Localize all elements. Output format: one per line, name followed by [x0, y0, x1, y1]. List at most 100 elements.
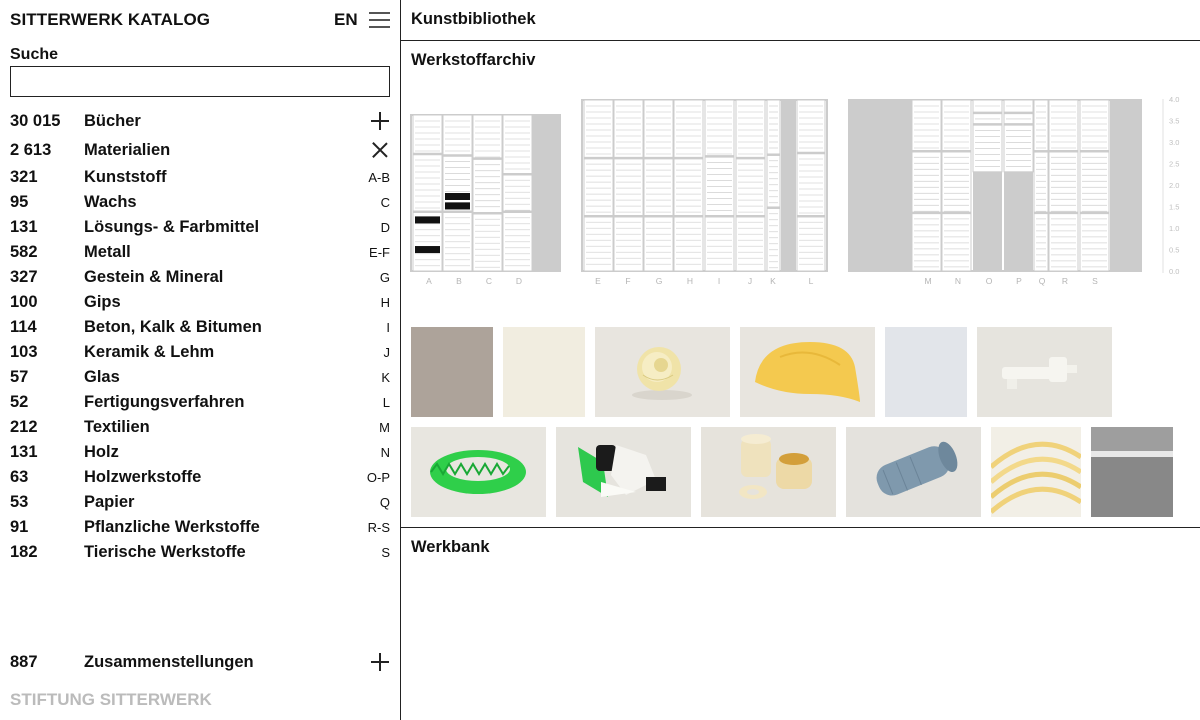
category-shelf-range: G	[379, 270, 390, 285]
shelf-grey-column	[1110, 100, 1140, 271]
category-shelf-range: S	[381, 545, 390, 560]
compositions-row[interactable]: 887 Zusammenstellungen	[0, 650, 400, 675]
yellow-blob-thumb[interactable]	[740, 327, 875, 417]
category-count: 582	[10, 243, 38, 261]
yellow-rose-thumb[interactable]	[595, 327, 730, 417]
shelf-column-label: I	[718, 276, 720, 286]
archive-shelf-map[interactable]: A B C D E F G H I J K L M N O P Q R S 4.0 3.5 3.0 2.5 2.0 1.5 1.0…	[401, 85, 1191, 300]
shelf-cell	[583, 99, 614, 272]
shelf-column-label: B	[456, 276, 462, 286]
books-row[interactable]: 30 015 Bücher	[0, 109, 400, 134]
height-scale-label: 4.0	[1169, 95, 1179, 104]
shelf-grey-column	[850, 100, 912, 271]
thumbnail-image	[430, 450, 526, 494]
category-row[interactable]: 321 Kunststoff A-B	[0, 165, 400, 190]
category-row[interactable]: 63 Holzwerkstoffe O-P	[0, 465, 400, 490]
category-row[interactable]: 131 Lösungs- & Farbmittel D	[0, 215, 400, 240]
category-shelf-range: E-F	[369, 245, 390, 260]
shelf-grey-column	[532, 115, 559, 271]
category-row[interactable]: 53 Papier Q	[0, 490, 400, 515]
category-label: Pflanzliche Werkstoffe	[84, 518, 260, 536]
category-row[interactable]: 57 Glas K	[0, 365, 400, 390]
shelf-cell	[766, 99, 781, 272]
foundation-logo-text[interactable]: STIFTUNG SITTERWERK	[10, 690, 212, 710]
category-shelf-range: D	[380, 220, 390, 235]
shelf-cell	[735, 99, 766, 272]
amber-tubes-thumb[interactable]	[991, 427, 1081, 517]
gray-stripe-thumb[interactable]	[1091, 427, 1173, 517]
shelf-column-label: J	[748, 276, 752, 286]
shelf-column-label: A	[426, 276, 432, 286]
shelf-column-label: C	[486, 276, 492, 286]
category-count: 321	[10, 168, 38, 186]
category-label: Holz	[84, 443, 119, 461]
search-input[interactable]	[10, 66, 390, 97]
shelf-cell	[1003, 99, 1034, 173]
expand-plus-icon[interactable]	[370, 111, 390, 131]
thumbnail-image	[755, 342, 860, 402]
category-count: 114	[10, 318, 37, 336]
books-label: Bücher	[84, 112, 141, 130]
shelf-grey-column	[1004, 171, 1033, 271]
archive-section-title[interactable]: Werkstoffarchiv	[411, 51, 535, 70]
compositions-count: 887	[10, 653, 38, 671]
expand-plus-icon[interactable]	[370, 652, 390, 672]
category-label: Lösungs- & Farbmittel	[84, 218, 260, 236]
pale-blue-panel-thumb[interactable]	[885, 327, 967, 417]
height-scale-label: 0.0	[1169, 267, 1179, 276]
category-row[interactable]: 52 Fertigungsverfahren L	[0, 390, 400, 415]
category-row[interactable]: 327 Gestein & Mineral G	[0, 265, 400, 290]
category-label: Wachs	[84, 193, 137, 211]
green-ring-thumb[interactable]	[411, 427, 546, 517]
category-count: 95	[10, 193, 29, 211]
category-count: 91	[10, 518, 29, 536]
category-row[interactable]: 182 Tierische Werkstoffe S	[0, 540, 400, 565]
category-row[interactable]: 100 Gips H	[0, 290, 400, 315]
hamburger-menu-icon[interactable]	[369, 10, 391, 28]
app-title[interactable]: SITTERWERK KATALOG	[10, 10, 210, 30]
category-row[interactable]: 95 Wachs C	[0, 190, 400, 215]
gray-roll-thumb[interactable]	[846, 427, 981, 517]
category-row[interactable]: 114 Beton, Kalk & Bitumen I	[0, 315, 400, 340]
category-shelf-range: Q	[379, 495, 390, 510]
cream-panel-thumb[interactable]	[503, 327, 585, 417]
category-shelf-range: M	[379, 420, 390, 435]
ivory-cylinder-thumb[interactable]	[701, 427, 836, 517]
category-count: 53	[10, 493, 29, 511]
materials-count: 2 613	[10, 141, 52, 159]
category-row[interactable]: 212 Textilien M	[0, 415, 400, 440]
category-row[interactable]: 582 Metall E-F	[0, 240, 400, 265]
thumbnail-image	[1091, 427, 1173, 517]
taupe-panel-thumb[interactable]	[411, 327, 493, 417]
shelf-cell	[796, 99, 826, 272]
shelf-cell	[1079, 99, 1110, 272]
height-scale-label: 0.5	[1169, 246, 1179, 255]
language-switch[interactable]: EN	[334, 10, 358, 30]
category-count: 212	[10, 418, 38, 436]
shelf-column-label: E	[595, 276, 601, 286]
category-label: Papier	[84, 493, 135, 511]
divider	[401, 527, 1200, 528]
materials-row[interactable]: 2 613 Materialien	[0, 138, 400, 163]
white-key-thumb[interactable]	[977, 327, 1112, 417]
collapse-close-icon[interactable]	[370, 140, 390, 160]
shelf-cell	[613, 99, 644, 272]
category-shelf-range: J	[383, 345, 391, 360]
workbench-section-title[interactable]: Werkbank	[411, 538, 490, 557]
selected-drawer	[445, 193, 470, 200]
category-count: 131	[10, 218, 38, 236]
shelf-column-label: P	[1016, 276, 1022, 286]
shelf-column-label: S	[1092, 276, 1098, 286]
green-black-parts-thumb[interactable]	[556, 427, 691, 517]
category-row[interactable]: 91 Pflanzliche Werkstoffe R-S	[0, 515, 400, 540]
category-row[interactable]: 131 Holz N	[0, 440, 400, 465]
selected-drawer	[415, 216, 440, 224]
category-shelf-range: K	[381, 370, 390, 385]
shelf-cell	[673, 99, 704, 272]
category-count: 57	[10, 368, 29, 386]
category-label: Glas	[84, 368, 120, 386]
category-count: 182	[10, 543, 38, 561]
library-section-title[interactable]: Kunstbibliothek	[411, 10, 536, 29]
category-row[interactable]: 103 Keramik & Lehm J	[0, 340, 400, 365]
shelf-column-label: O	[986, 276, 993, 286]
